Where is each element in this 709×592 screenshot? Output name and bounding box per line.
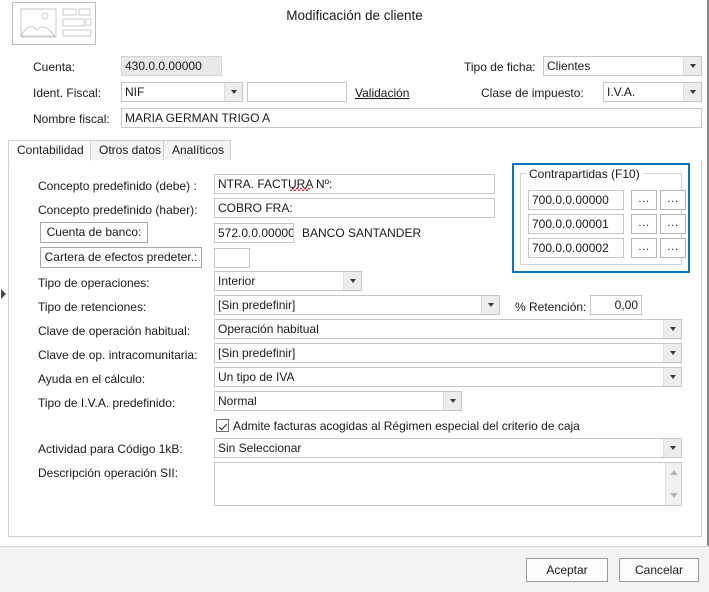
scroll-up-icon[interactable] [669,470,678,475]
scroll-down-icon[interactable] [669,493,678,498]
tab-analiticos[interactable]: Analíticos [163,140,231,161]
descripcion-sii-label: Descripción operación SII: [38,466,179,480]
criterio-caja-checkbox[interactable] [216,419,229,432]
clave-op-habitual-label: Clave de operación habitual: [38,324,191,338]
tipo-retenciones-select[interactable]: [Sin predefinir] [214,295,500,315]
tab-analiticos-label: Analíticos [172,143,225,157]
chevron-down-icon[interactable] [443,392,461,410]
clave-op-habitual-select[interactable]: Operación habitual [214,319,682,339]
chevron-down-icon[interactable] [343,272,361,290]
contrapartida-input-0[interactable]: 700.0.0.00000 [528,190,624,210]
chevron-down-icon[interactable] [663,320,681,338]
concepto-haber-label: Concepto predefinido (haber): [38,203,198,217]
chevron-down-icon[interactable] [683,57,701,75]
tipo-operaciones-label: Tipo de operaciones: [38,276,150,290]
contrapartidas-group: Contrapartidas (F10) 700.0.0.00000 ... .… [512,163,690,273]
concepto-debe-input[interactable]: NTRA. FACTURA Nº: [214,174,495,194]
tipo-iva-label: Tipo de I.V.A. predefinido: [38,396,176,410]
accept-button[interactable]: Aceptar [526,558,608,582]
clase-impuesto-label: Clase de impuesto: [481,86,584,100]
cuenta-banco-input[interactable]: 572.0.0.00000 [214,223,294,243]
descripcion-sii-textarea[interactable] [214,462,682,506]
tipo-operaciones-select[interactable]: Interior [214,271,362,291]
chevron-down-icon[interactable] [683,83,701,101]
clave-op-habitual-value: Operación habitual [218,322,319,336]
tipo-ficha-value: Clientes [547,59,591,73]
contrapartida-browse-a-0[interactable]: ... [631,190,657,210]
contrapartida-browse-b-0[interactable]: ... [660,190,686,210]
ident-fiscal-select[interactable]: NIF [121,82,243,102]
contrapartidas-legend: Contrapartidas (F10) [526,167,643,181]
clave-op-intracomunitaria-select[interactable]: [Sin predefinir] [214,343,682,363]
concepto-debe-label: Concepto predefinido (debe) : [38,179,197,193]
panel-collapse-handle[interactable] [0,288,7,300]
contrapartida-browse-a-2[interactable]: ... [631,238,657,258]
tab-otros-datos-label: Otros datos [99,143,162,157]
cancel-button[interactable]: Cancelar [619,558,699,582]
cuenta-banco-description: BANCO SANTANDER [302,226,422,240]
ident-fiscal-value: NIF [125,85,145,99]
nombre-fiscal-label: Nombre fiscal: [33,112,110,126]
cuenta-banco-button[interactable]: Cuenta de banco: [40,222,148,243]
tipo-ficha-select[interactable]: Clientes [543,56,702,76]
tipo-operaciones-value: Interior [218,274,256,288]
dialog-footer: Aceptar Cancelar [0,546,709,592]
contrapartida-input-2[interactable]: 700.0.0.00002 [528,238,624,258]
contrapartida-browse-b-2[interactable]: ... [660,238,686,258]
ayuda-calculo-select[interactable]: Un tipo de IVA [214,367,682,387]
chevron-down-icon[interactable] [663,439,681,457]
contrapartida-input-1[interactable]: 700.0.0.00001 [528,214,624,234]
descripcion-sii-scrollbar[interactable] [665,463,681,505]
tipo-ficha-label: Tipo de ficha: [464,60,536,74]
right-window-gap [703,0,707,547]
clase-impuesto-value: I.V.A. [607,85,636,99]
tipo-retenciones-label: Tipo de retenciones: [38,300,147,314]
actividad-codigo-label: Actividad para Código 1kB: [38,442,183,456]
cartera-efectos-button[interactable]: Cartera de efectos predeter.: [40,247,202,268]
cartera-efectos-input[interactable] [214,248,250,268]
tab-contabilidad[interactable]: Contabilidad [8,140,91,161]
clase-impuesto-select[interactable]: I.V.A. [603,82,702,102]
tab-contabilidad-label: Contabilidad [17,143,84,157]
clave-op-intracomunitaria-value: [Sin predefinir] [218,346,296,360]
cuenta-field: 430.0.0.00000 [121,56,222,76]
chevron-down-icon[interactable] [481,296,499,314]
criterio-caja-label[interactable]: Admite facturas acogidas al Régimen espe… [233,419,580,433]
spellcheck-underline [290,188,310,191]
concepto-haber-input[interactable]: COBRO FRA: [214,198,495,218]
ident-fiscal-label: Ident. Fiscal: [33,86,102,100]
tabstrip: Contabilidad Otros datos Analíticos [8,140,702,161]
tipo-iva-value: Normal [218,394,257,408]
nombre-fiscal-input[interactable]: MARIA GERMAN TRIGO A [121,108,702,128]
actividad-codigo-select[interactable]: Sin Seleccionar [214,438,682,458]
nif-input[interactable] [247,82,347,102]
page-title: Modificación de cliente [286,8,423,23]
tipo-retenciones-value: [Sin predefinir] [218,298,296,312]
contrapartida-browse-b-1[interactable]: ... [660,214,686,234]
ayuda-calculo-label: Ayuda en el cálculo: [38,372,146,386]
retencion-input[interactable]: 0,00 [590,295,642,315]
clave-op-intracomunitaria-label: Clave de op. intracomunitaria: [38,348,198,362]
chevron-down-icon[interactable] [224,83,242,101]
chevron-down-icon[interactable] [663,344,681,362]
tab-otros-datos[interactable]: Otros datos [90,140,164,161]
validacion-link[interactable]: Validación [355,86,409,100]
chevron-down-icon[interactable] [663,368,681,386]
retencion-label: % Retención: [515,300,587,314]
ayuda-calculo-value: Un tipo de IVA [218,370,295,384]
cuenta-label: Cuenta: [33,60,76,74]
contrapartida-browse-a-1[interactable]: ... [631,214,657,234]
chevron-right-icon [1,289,6,299]
tipo-iva-select[interactable]: Normal [214,391,462,411]
actividad-codigo-value: Sin Seleccionar [218,441,302,455]
